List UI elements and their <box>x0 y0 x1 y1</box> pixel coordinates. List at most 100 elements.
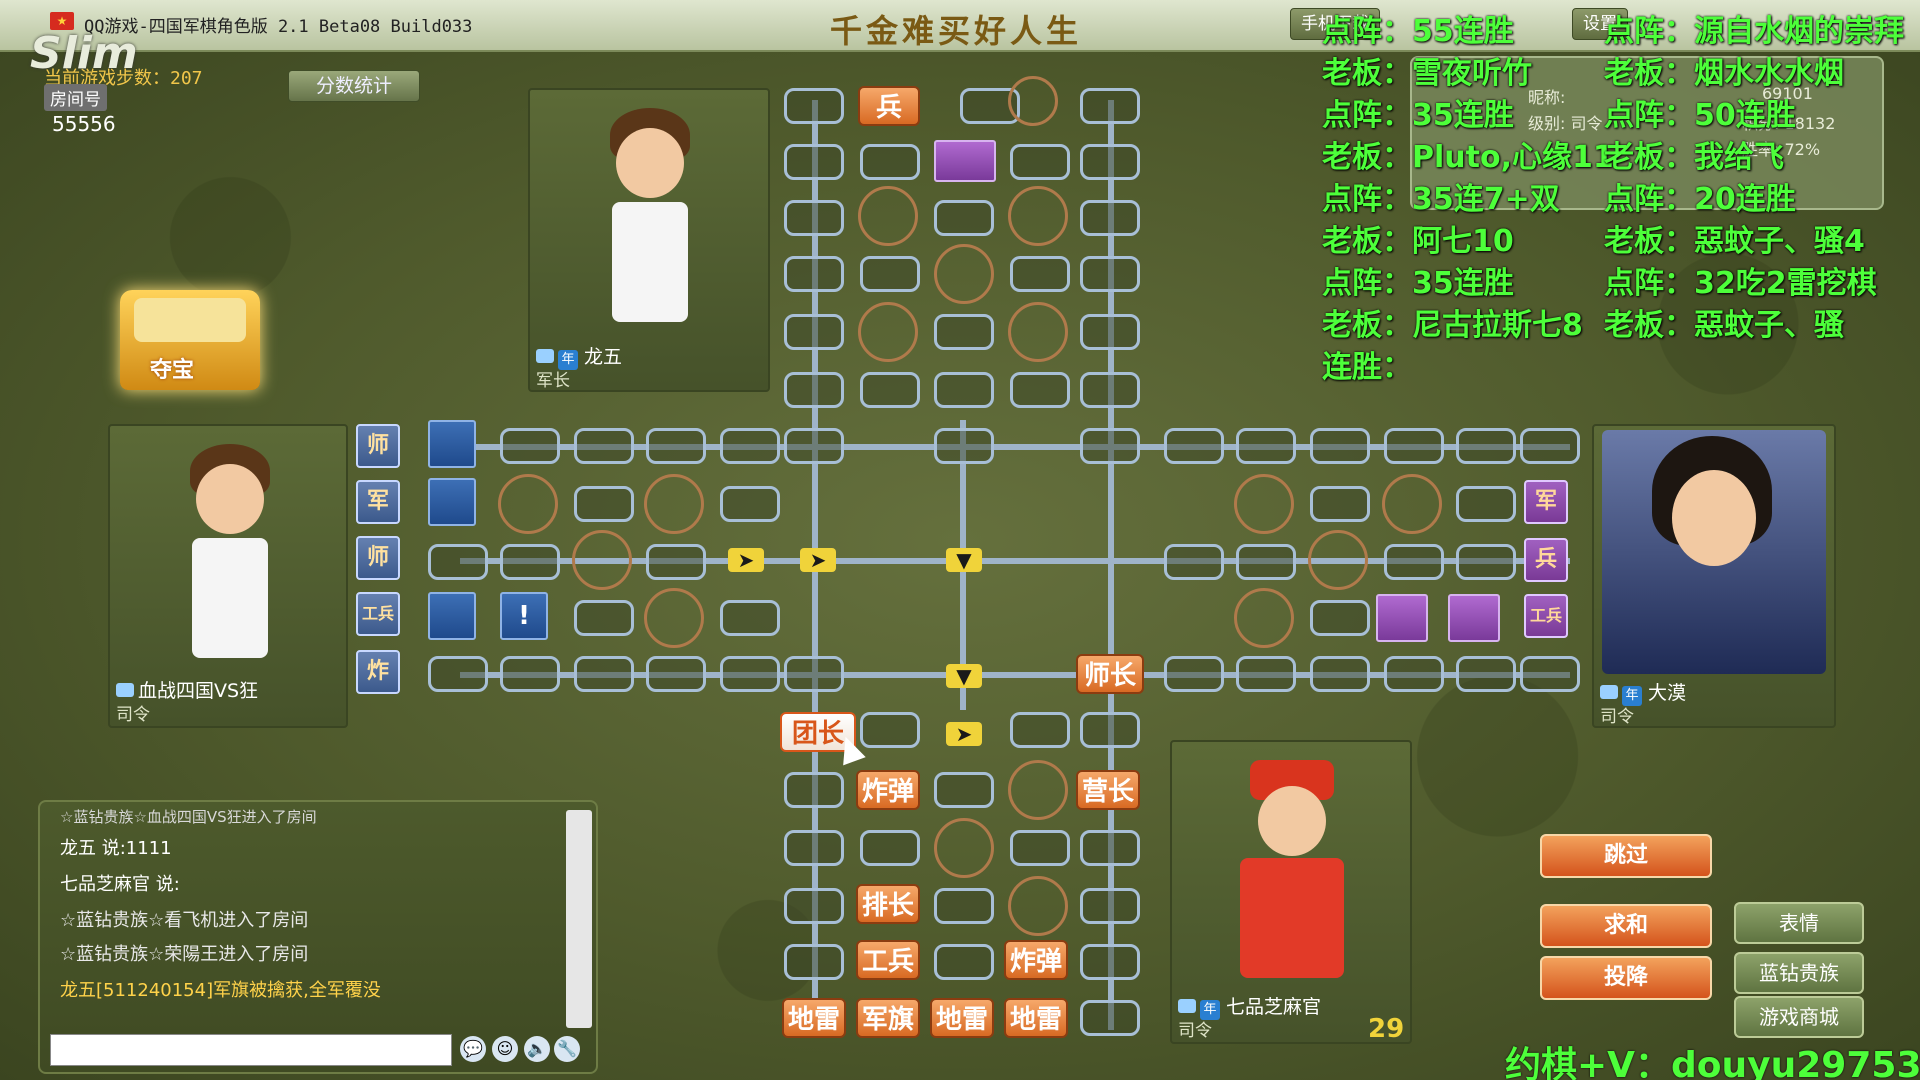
board-camp[interactable] <box>1234 588 1294 648</box>
speech-bubble-icon[interactable]: 💬 <box>460 1036 486 1062</box>
board-camp[interactable] <box>934 244 994 304</box>
board-node[interactable] <box>574 656 634 692</box>
board-node[interactable] <box>934 372 994 408</box>
piece-bomb[interactable]: 炸弹 <box>856 770 921 810</box>
piece-landmine[interactable]: 地雷 <box>1004 998 1069 1038</box>
board-node[interactable] <box>500 544 560 580</box>
board-node[interactable] <box>784 200 844 236</box>
board-node[interactable] <box>860 256 920 292</box>
board-node[interactable] <box>934 888 994 924</box>
board-camp[interactable] <box>644 474 704 534</box>
board-node[interactable] <box>1520 656 1580 692</box>
board-node[interactable] <box>784 772 844 808</box>
board-node[interactable] <box>784 314 844 350</box>
draw-button[interactable]: 求和 <box>1540 904 1712 948</box>
board-node[interactable] <box>784 656 844 692</box>
board-node[interactable] <box>1310 600 1370 636</box>
board-node[interactable] <box>784 830 844 866</box>
board-camp[interactable] <box>572 530 632 590</box>
board-node[interactable] <box>574 600 634 636</box>
board-camp[interactable] <box>498 474 558 534</box>
board-node[interactable] <box>1080 256 1140 292</box>
board-node[interactable] <box>860 372 920 408</box>
board-node[interactable] <box>1456 428 1516 464</box>
board-node[interactable] <box>1236 544 1296 580</box>
board-node[interactable] <box>1384 656 1444 692</box>
piece-top-soldier[interactable]: 兵 <box>858 86 920 126</box>
board-node[interactable] <box>1080 888 1140 924</box>
board-node[interactable] <box>1456 486 1516 522</box>
board-node[interactable] <box>1456 544 1516 580</box>
piece-bomb[interactable]: 炸弹 <box>1004 940 1069 980</box>
board-node[interactable] <box>646 656 706 692</box>
board-node[interactable] <box>1236 656 1296 692</box>
board-node[interactable] <box>1310 486 1370 522</box>
board-node[interactable] <box>784 88 844 124</box>
board-node[interactable] <box>1310 656 1370 692</box>
board-node[interactable] <box>1010 712 1070 748</box>
smiley-icon[interactable]: ☺ <box>492 1036 518 1062</box>
board-node[interactable] <box>934 772 994 808</box>
board-node[interactable] <box>1080 88 1140 124</box>
board-camp[interactable] <box>1008 186 1068 246</box>
board-node[interactable] <box>1456 656 1516 692</box>
board-node[interactable] <box>1384 544 1444 580</box>
board-camp[interactable] <box>644 588 704 648</box>
speaker-icon[interactable]: 🔈 <box>524 1036 550 1062</box>
board-node[interactable] <box>860 830 920 866</box>
board-node[interactable] <box>646 544 706 580</box>
board-node[interactable] <box>784 144 844 180</box>
board-node[interactable] <box>784 372 844 408</box>
piece-blue-hidden[interactable] <box>428 420 476 468</box>
board-node[interactable] <box>1164 544 1224 580</box>
surrender-button[interactable]: 投降 <box>1540 956 1712 1000</box>
piece-landmine[interactable]: 地雷 <box>782 998 847 1038</box>
board-node[interactable] <box>1080 944 1140 980</box>
board-node[interactable] <box>720 600 780 636</box>
board-camp[interactable] <box>858 302 918 362</box>
emote-button[interactable]: 表情 <box>1734 902 1864 944</box>
board-camp[interactable] <box>1382 474 1442 534</box>
board-camp[interactable] <box>1008 76 1058 126</box>
piece-flag[interactable]: 军旗 <box>856 998 921 1038</box>
piece-blue-marked[interactable]: ! <box>500 592 548 640</box>
piece-engineer[interactable]: 工兵 <box>856 940 921 980</box>
wrench-icon[interactable]: 🔧 <box>554 1036 580 1062</box>
piece-battalion-commander[interactable]: 营长 <box>1076 770 1141 810</box>
board-node[interactable] <box>934 944 994 980</box>
board-node[interactable] <box>720 486 780 522</box>
board-node[interactable] <box>428 656 488 692</box>
piece-division-commander[interactable]: 师长 <box>1076 654 1144 694</box>
board-node[interactable] <box>1010 256 1070 292</box>
board-node[interactable] <box>646 428 706 464</box>
board-camp[interactable] <box>1234 474 1294 534</box>
board-node[interactable] <box>1164 656 1224 692</box>
board-node[interactable] <box>1236 428 1296 464</box>
board-node[interactable] <box>1384 428 1444 464</box>
board-node[interactable] <box>1080 314 1140 350</box>
skip-button[interactable]: 跳过 <box>1540 834 1712 878</box>
board-camp[interactable] <box>1308 530 1368 590</box>
board-camp[interactable] <box>1008 876 1068 936</box>
piece-purple-hidden[interactable] <box>1376 594 1428 642</box>
piece-blue-hidden[interactable] <box>428 592 476 640</box>
board-node[interactable] <box>1080 712 1140 748</box>
board-node[interactable] <box>934 200 994 236</box>
board-node[interactable] <box>1080 144 1140 180</box>
board-node[interactable] <box>784 888 844 924</box>
board-node[interactable] <box>574 428 634 464</box>
board-node[interactable] <box>784 944 844 980</box>
board-node[interactable] <box>720 656 780 692</box>
board-node[interactable] <box>720 428 780 464</box>
board-node[interactable] <box>1520 428 1580 464</box>
board-node[interactable] <box>1080 830 1140 866</box>
board-camp[interactable] <box>1008 760 1068 820</box>
board-node[interactable] <box>784 428 844 464</box>
board-node[interactable] <box>1080 1000 1140 1036</box>
piece-blue-hidden[interactable] <box>428 478 476 526</box>
blue-diamond-button[interactable]: 蓝钻贵族 <box>1734 952 1864 994</box>
piece-landmine[interactable]: 地雷 <box>930 998 995 1038</box>
board-node[interactable] <box>1080 428 1140 464</box>
piece-purple-hidden[interactable] <box>1448 594 1500 642</box>
board-node[interactable] <box>860 712 920 748</box>
